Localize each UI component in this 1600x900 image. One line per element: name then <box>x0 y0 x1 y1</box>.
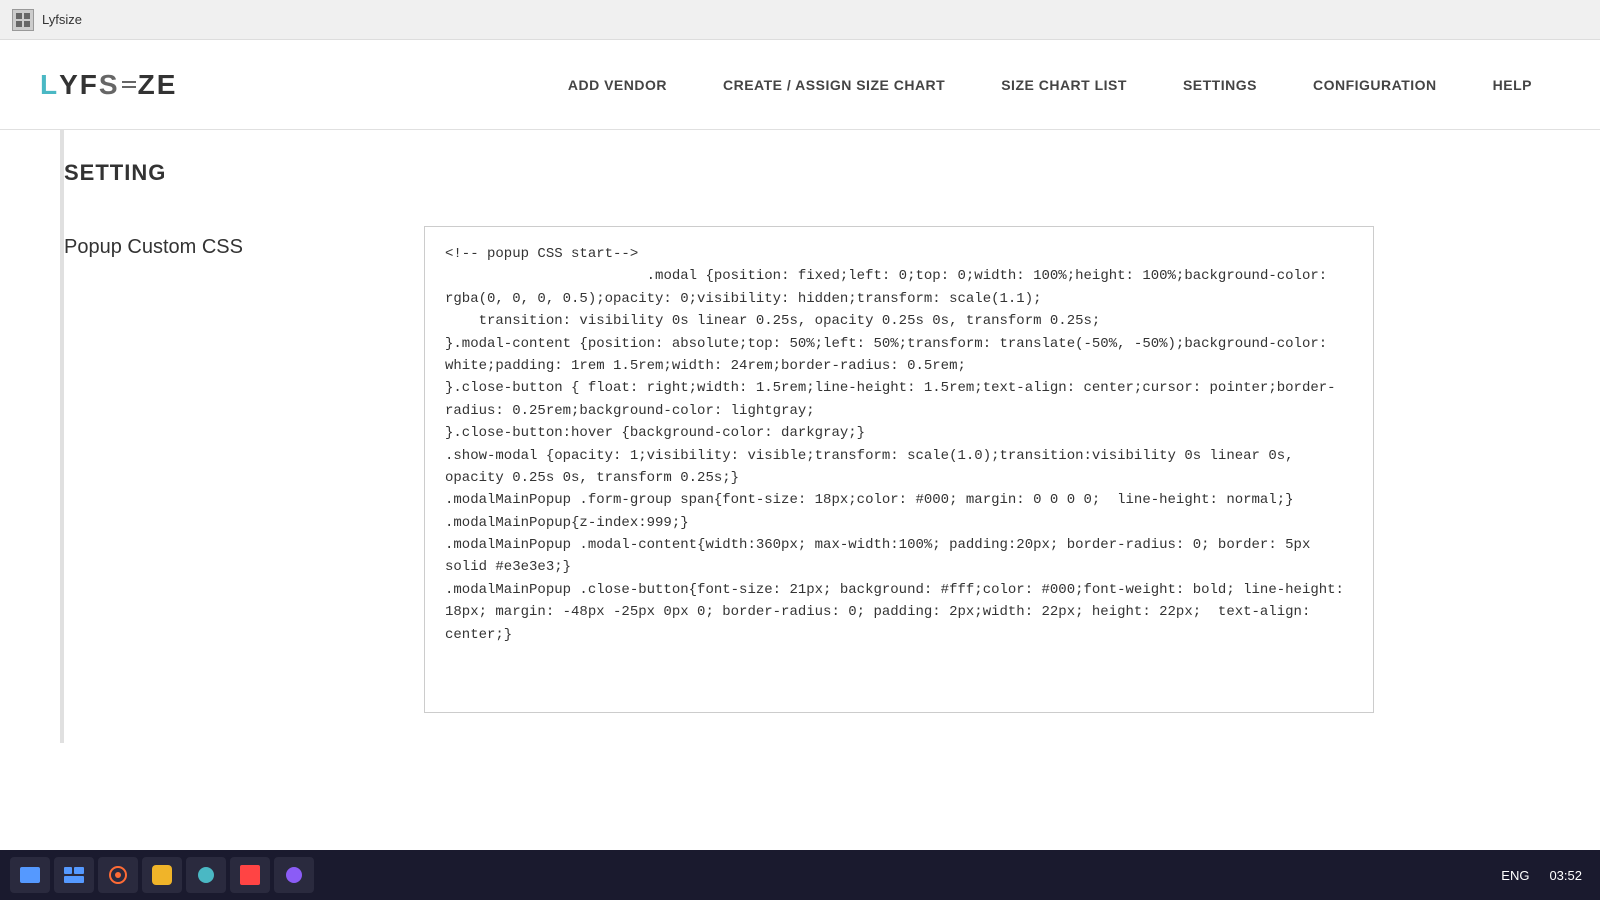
taskbar-clock: 03:52 <box>1549 868 1590 883</box>
taskbar-app5[interactable] <box>230 857 270 893</box>
nav-add-vendor[interactable]: ADD VENDOR <box>540 77 695 93</box>
logo-letter-y: Y <box>59 69 80 101</box>
popup-custom-css-input[interactable]: <!-- popup CSS start--> .modal {position… <box>425 227 1373 707</box>
nav-settings[interactable]: SETTINGS <box>1155 77 1285 93</box>
logo-letter-l: L <box>40 69 59 101</box>
settings-row: Popup Custom CSS <!-- popup CSS start-->… <box>64 226 1600 713</box>
taskbar-app6-icon <box>284 865 304 885</box>
logo-dash-icon <box>122 81 136 88</box>
taskbar-language: ENG <box>1501 868 1545 883</box>
nav-help[interactable]: HELP <box>1465 77 1560 93</box>
taskbar-app5-icon <box>240 865 260 885</box>
css-editor-container: <!-- popup CSS start--> .modal {position… <box>424 226 1374 713</box>
nav-configuration[interactable]: CONFIGURATION <box>1285 77 1465 93</box>
taskbar-app1[interactable] <box>54 857 94 893</box>
start-icon <box>20 867 40 883</box>
logo[interactable]: L Y F S Z E <box>40 69 177 101</box>
taskbar-app4[interactable] <box>186 857 226 893</box>
logo-letter-z: Z <box>138 69 157 101</box>
taskbar-app2-icon <box>108 865 128 885</box>
nav-links: ADD VENDOR CREATE / ASSIGN SIZE CHART SI… <box>237 77 1560 93</box>
logo-letter-e: E <box>157 69 178 101</box>
taskbar-start[interactable] <box>10 857 50 893</box>
main-content: SETTING Popup Custom CSS <!-- popup CSS … <box>0 130 1600 783</box>
logo-letter-f: F <box>80 69 99 101</box>
navbar: L Y F S Z E ADD VENDOR CREATE / ASSIGN S… <box>0 40 1600 130</box>
taskbar-app3-icon <box>152 865 172 885</box>
taskbar-app3[interactable] <box>142 857 182 893</box>
logo-letter-s: S <box>99 69 120 101</box>
taskbar-app2[interactable] <box>98 857 138 893</box>
app-icon <box>12 9 34 31</box>
title-bar: Lyfsize <box>0 0 1600 40</box>
section-title: SETTING <box>64 160 1600 186</box>
taskbar: ENG 03:52 <box>0 850 1600 900</box>
taskbar-app6[interactable] <box>274 857 314 893</box>
nav-size-chart-list[interactable]: SIZE CHART LIST <box>973 77 1155 93</box>
taskbar-app4-icon <box>196 865 216 885</box>
nav-create-assign-size-chart[interactable]: CREATE / ASSIGN SIZE CHART <box>695 77 973 93</box>
left-border-container: SETTING Popup Custom CSS <!-- popup CSS … <box>60 130 1600 743</box>
popup-css-label: Popup Custom CSS <box>64 226 384 259</box>
taskbar-app1-icon <box>64 867 84 883</box>
app-title: Lyfsize <box>42 12 82 27</box>
